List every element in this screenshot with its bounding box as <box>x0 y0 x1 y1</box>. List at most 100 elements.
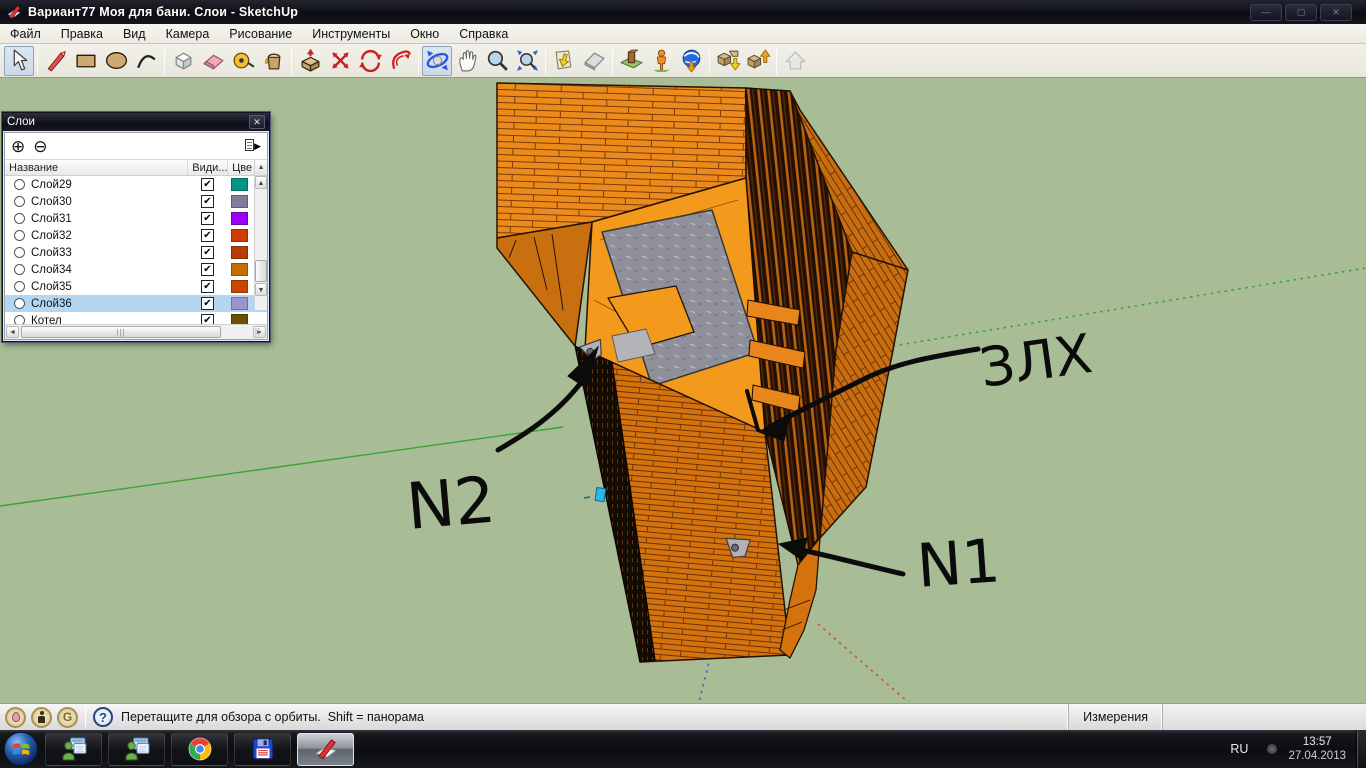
line-tool-button[interactable] <box>41 46 71 76</box>
layers-vertical-scrollbar[interactable]: ▲ ▼ <box>254 176 267 310</box>
rotate-tool-button[interactable] <box>355 46 385 76</box>
layer-visible-checkbox[interactable]: ✔ <box>201 246 214 259</box>
zoom-extents-tool-button[interactable] <box>512 46 542 76</box>
measurements-field[interactable] <box>1162 704 1366 730</box>
get-models-tool-button[interactable] <box>713 46 743 76</box>
add-layer-button[interactable]: ⊕ <box>11 138 25 155</box>
layer-radio[interactable] <box>14 230 25 241</box>
layer-radio[interactable] <box>14 213 25 224</box>
layer-visible-checkbox[interactable]: ✔ <box>201 178 214 191</box>
layers-close-button[interactable]: ✕ <box>249 115 265 129</box>
offset-tool-button[interactable] <box>385 46 415 76</box>
layer-row[interactable]: Слой29✔ <box>5 176 267 193</box>
layer-row[interactable]: Слой34✔ <box>5 261 267 278</box>
vscroll-thumb[interactable] <box>255 260 267 282</box>
layer-visible-checkbox[interactable]: ✔ <box>201 280 214 293</box>
taskbar-clock[interactable]: 13:57 27.04.2013 <box>1288 735 1356 763</box>
column-name[interactable]: Название <box>5 160 188 175</box>
layer-visible-checkbox[interactable]: ✔ <box>201 263 214 276</box>
column-visible[interactable]: Види... <box>188 160 228 175</box>
layer-row[interactable]: Слой36✔ <box>5 295 267 312</box>
taskbar-sketchup-button[interactable] <box>297 733 354 766</box>
arc-tool-button[interactable] <box>131 46 161 76</box>
taskbar-forum-window-1-button[interactable] <box>45 733 102 766</box>
google-credit-icon[interactable]: G <box>57 707 78 728</box>
google-earth-tool-button[interactable] <box>676 46 706 76</box>
make-component-tool-button[interactable] <box>168 46 198 76</box>
select-tool-button[interactable] <box>4 46 34 76</box>
layers-dialog-titlebar[interactable]: Слои ✕ <box>3 113 269 131</box>
layer-color-swatch[interactable] <box>231 263 248 276</box>
share-models-tool-button[interactable] <box>743 46 773 76</box>
rectangle-tool-button[interactable] <box>71 46 101 76</box>
paint-bucket-tool-button[interactable] <box>258 46 288 76</box>
layer-radio[interactable] <box>14 196 25 207</box>
taskbar-save-floppy-button[interactable] <box>234 733 291 766</box>
taskbar-forum-window-2-button[interactable] <box>108 733 165 766</box>
menu-вид[interactable]: Вид <box>113 25 156 43</box>
circle-tool-button[interactable] <box>101 46 131 76</box>
layer-row[interactable]: Котел✔ <box>5 312 267 324</box>
layer-row[interactable]: Слой30✔ <box>5 193 267 210</box>
start-button[interactable] <box>3 731 39 767</box>
layer-radio[interactable] <box>14 247 25 258</box>
menu-окно[interactable]: Окно <box>400 25 449 43</box>
menu-правка[interactable]: Правка <box>51 25 113 43</box>
tape-measure-tool-button[interactable] <box>228 46 258 76</box>
scroll-up-icon[interactable]: ▲ <box>254 160 267 175</box>
menu-камера[interactable]: Камера <box>156 25 220 43</box>
section-plane-tool-button[interactable] <box>579 46 609 76</box>
help-icon[interactable]: ? <box>93 707 113 727</box>
previous-view-tool-button[interactable] <box>549 46 579 76</box>
eraser-tool-button[interactable] <box>198 46 228 76</box>
menu-инструменты[interactable]: Инструменты <box>302 25 400 43</box>
vscroll-up-icon[interactable]: ▲ <box>255 176 267 189</box>
orbit-tool-button[interactable] <box>422 46 452 76</box>
show-desktop-button[interactable] <box>1356 730 1366 768</box>
layer-row[interactable]: Слой31✔ <box>5 210 267 227</box>
push-pull-tool-button[interactable] <box>295 46 325 76</box>
keyboard-layout-icon[interactable] <box>1266 743 1278 755</box>
zoom-tool-button[interactable] <box>482 46 512 76</box>
layer-color-swatch[interactable] <box>231 297 248 310</box>
vscroll-down-icon[interactable]: ▼ <box>255 283 267 296</box>
layers-horizontal-scrollbar[interactable]: ◄ ||| ► ⠿ <box>5 324 267 339</box>
layer-color-swatch[interactable] <box>231 229 248 242</box>
minimize-button[interactable]: — <box>1250 4 1282 21</box>
layer-visible-checkbox[interactable]: ✔ <box>201 195 214 208</box>
model-warehouse-disabled-tool-button[interactable] <box>780 46 810 76</box>
layer-color-swatch[interactable] <box>231 178 248 191</box>
layer-color-swatch[interactable] <box>231 195 248 208</box>
menu-рисование[interactable]: Рисование <box>219 25 302 43</box>
layer-color-swatch[interactable] <box>231 280 248 293</box>
layer-radio[interactable] <box>14 281 25 292</box>
language-indicator[interactable]: RU <box>1222 738 1256 760</box>
layer-radio[interactable] <box>14 179 25 190</box>
layer-color-swatch[interactable] <box>231 212 248 225</box>
column-color[interactable]: Цве <box>228 160 254 175</box>
model-attribution-person-icon[interactable] <box>31 707 52 728</box>
layer-visible-checkbox[interactable]: ✔ <box>201 314 214 324</box>
layer-visible-checkbox[interactable]: ✔ <box>201 212 214 225</box>
layer-radio[interactable] <box>14 315 25 324</box>
layer-visible-checkbox[interactable]: ✔ <box>201 297 214 310</box>
menu-справка[interactable]: Справка <box>449 25 518 43</box>
hscroll-thumb[interactable]: ||| <box>21 326 221 338</box>
taskbar-chrome-button[interactable] <box>171 733 228 766</box>
layer-radio[interactable] <box>14 264 25 275</box>
layer-color-swatch[interactable] <box>231 246 248 259</box>
geolocation-balloon-icon[interactable] <box>5 707 26 728</box>
maximize-button[interactable]: ▢ <box>1285 4 1317 21</box>
layer-details-button[interactable]: ▶ <box>245 139 261 153</box>
layer-color-swatch[interactable] <box>231 314 248 324</box>
hscroll-left-icon[interactable]: ◄ <box>6 326 19 338</box>
close-button[interactable]: ✕ <box>1320 4 1352 21</box>
resize-grip-icon[interactable]: ⠿ <box>254 326 266 338</box>
pan-tool-button[interactable] <box>452 46 482 76</box>
layer-row[interactable]: Слой35✔ <box>5 278 267 295</box>
layer-row[interactable]: Слой32✔ <box>5 227 267 244</box>
menu-файл[interactable]: Файл <box>0 25 51 43</box>
layer-visible-checkbox[interactable]: ✔ <box>201 229 214 242</box>
add-location-tool-button[interactable] <box>616 46 646 76</box>
move-tool-button[interactable] <box>325 46 355 76</box>
